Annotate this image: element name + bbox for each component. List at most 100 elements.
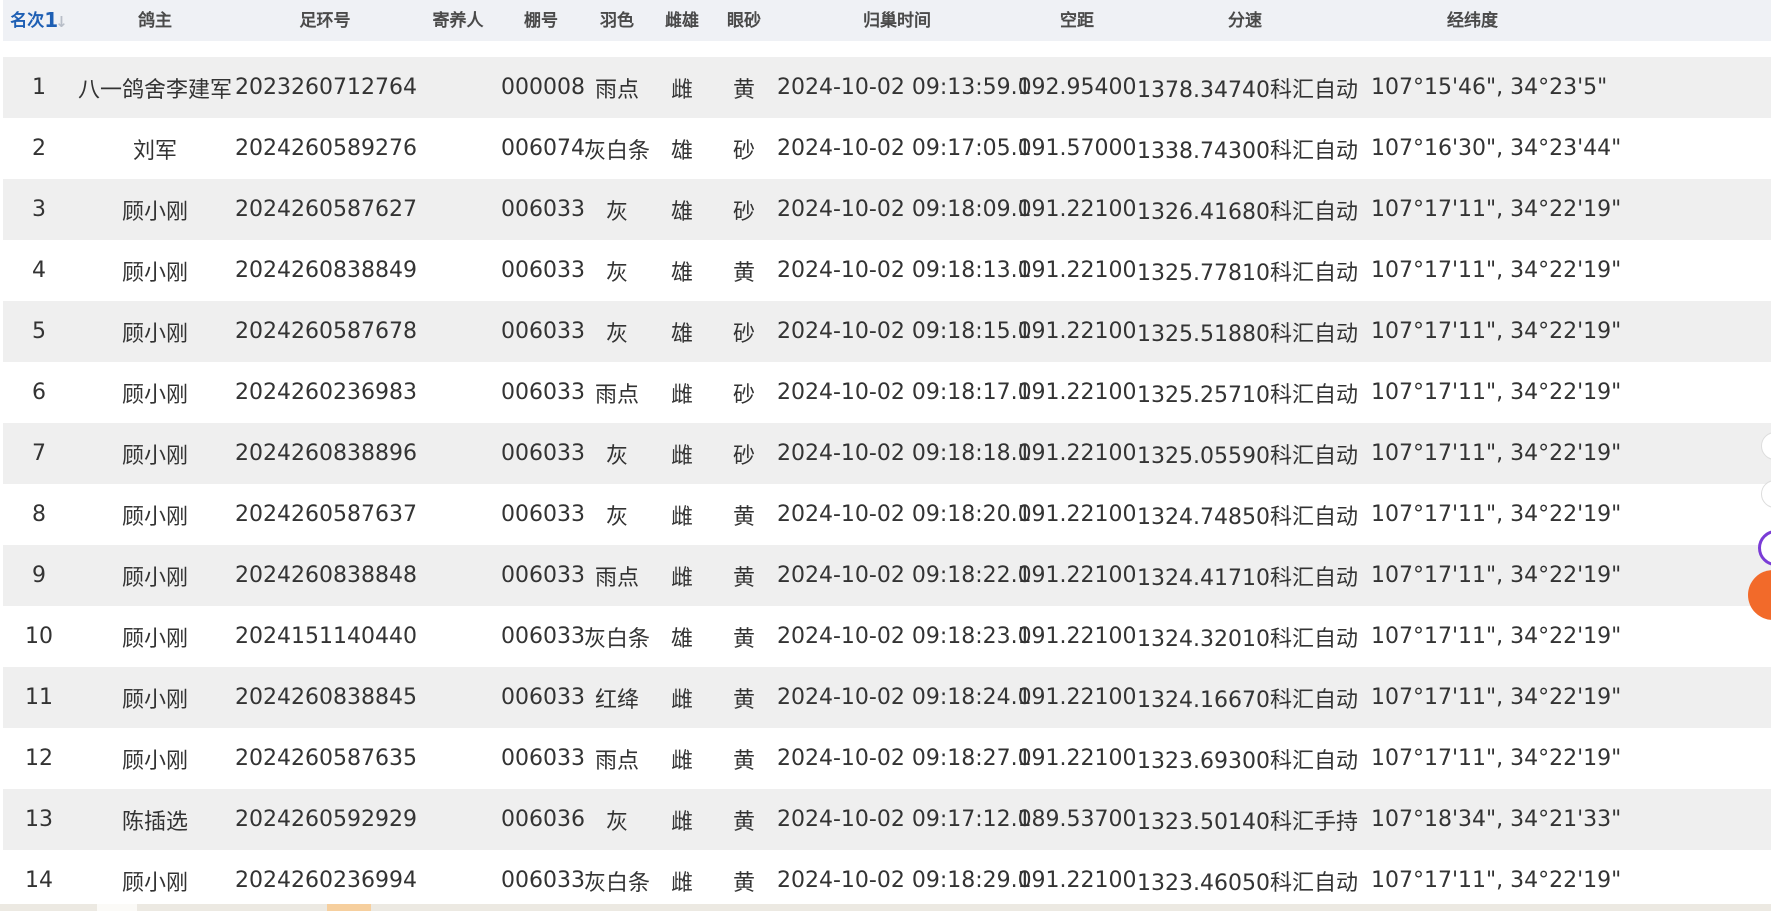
table-row[interactable]: 2 刘军 2024260589276 006074 灰白条雄 砂 2024-10-02 09… (3, 118, 1771, 179)
table-row[interactable]: 3 顾小刚 2024260587627 006033 灰 雄 砂 2024-10-02 09:… (3, 179, 1771, 240)
table-row[interactable]: 4 顾小刚 2024260838849 006033 灰 雄 黄 2024-10-02 09:… (3, 240, 1771, 301)
cell-coords: 107°17'11", 34°22'19" (1371, 197, 1622, 222)
cell-shed: 006033 (501, 502, 585, 527)
cell-owner: 刘军 (132, 138, 177, 164)
table-row[interactable]: 10 顾小刚 2024151140440 006033 灰白条雄 黄 2024-10-02 … (3, 606, 1771, 667)
cell-ring: 2024151140440 (235, 624, 417, 649)
cell-eye: 黄 (732, 565, 755, 591)
cell-arrival: 2024-10-02 09:18:13.0 (777, 258, 1032, 283)
cell-distance: 189.53700 (1017, 807, 1137, 832)
cell-rank: 8 (32, 502, 46, 527)
cell-color: 灰 (605, 809, 628, 835)
header-spacer (3, 41, 1771, 57)
cell-owner: 顾小刚 (121, 565, 188, 591)
column-header-rank[interactable]: 名次1↓ (3, 0, 75, 41)
cell-coords: 107°17'11", 34°22'19" (1371, 319, 1622, 344)
cell-eye: 黄 (732, 687, 755, 713)
cell-shed: 006033 (501, 624, 585, 649)
cell-rank: 10 (25, 624, 53, 649)
cell-owner: 顾小刚 (121, 870, 188, 896)
cell-keeper (415, 484, 501, 545)
cell-color: 灰 (605, 199, 628, 225)
cell-eye: 黄 (732, 77, 755, 103)
cell-owner: 顾小刚 (121, 321, 188, 347)
table-row[interactable]: 11 顾小刚 2024260838845 006033 红绛 雌 黄 2024-10-02 0… (3, 667, 1771, 728)
cell-coords: 107°16'30", 34°23'44" (1371, 136, 1622, 161)
cell-speed: 1324.32010科汇自动 (1137, 626, 1358, 652)
table-row[interactable]: 9 顾小刚 2024260838848 006033 雨点 雌 黄 2024-10-02 09… (3, 545, 1771, 606)
cell-sex: 雄 (670, 138, 693, 164)
cell-coords: 107°17'11", 34°22'19" (1371, 380, 1622, 405)
cell-rank: 6 (32, 380, 46, 405)
cell-arrival: 2024-10-02 09:18:20.0 (777, 502, 1032, 527)
cell-arrival: 2024-10-02 09:13:59.0 (777, 75, 1032, 100)
table-row[interactable]: 6 顾小刚 2024260236983 006033 雨点 雌 砂 2024-10-02 09… (3, 362, 1771, 423)
cell-color: 灰白条 (583, 870, 650, 896)
table-row[interactable]: 8 顾小刚 2024260587637 006033 灰 雌 黄 2024-10-02 09:… (3, 484, 1771, 545)
cell-color: 灰 (605, 504, 628, 530)
column-header-color[interactable]: 羽色 (581, 0, 653, 41)
column-header-shed[interactable]: 棚号 (501, 0, 581, 41)
cell-distance: 191.22100 (1017, 319, 1137, 344)
cell-color: 红绛 (594, 687, 639, 713)
table-row[interactable]: 7 顾小刚 2024260838896 006033 灰 雌 砂 2024-10-02 09:… (3, 423, 1771, 484)
column-header-speed[interactable]: 分速 (1137, 0, 1353, 41)
cell-ring: 2024260587678 (235, 319, 417, 344)
cell-keeper (415, 789, 501, 850)
cell-shed: 006033 (501, 380, 585, 405)
cell-color: 灰白条 (583, 138, 650, 164)
horizontal-scrollbar[interactable] (0, 904, 1771, 911)
cell-keeper (415, 545, 501, 606)
cell-coords: 107°17'11", 34°22'19" (1371, 258, 1622, 283)
sort-icon[interactable]: 1↓ (44, 10, 68, 30)
cell-arrival: 2024-10-02 09:18:23.0 (777, 624, 1032, 649)
table-row[interactable]: 1 八一鸽舍李建军 2023260712764 000008 雨点 雌 黄 2024-10-0… (3, 57, 1771, 118)
cell-sex: 雄 (670, 199, 693, 225)
column-header-owner[interactable]: 鸽主 (75, 0, 235, 41)
column-header-distance[interactable]: 空距 (1017, 0, 1137, 41)
cell-ring: 2024260838845 (235, 685, 417, 710)
cell-keeper (415, 606, 501, 667)
cell-eye: 黄 (732, 504, 755, 530)
cell-color: 雨点 (594, 565, 639, 591)
column-header-arrival[interactable]: 归巢时间 (777, 0, 1017, 41)
cell-owner: 顾小刚 (121, 443, 188, 469)
cell-keeper (415, 423, 501, 484)
column-header-coords[interactable]: 经纬度 (1353, 0, 1771, 41)
cell-sex: 雄 (670, 626, 693, 652)
column-header-keeper[interactable]: 寄养人 (415, 0, 501, 41)
cell-arrival: 2024-10-02 09:17:12.0 (777, 807, 1032, 832)
column-header-sex[interactable]: 雌雄 (653, 0, 711, 41)
cell-speed: 1323.46050科汇自动 (1137, 870, 1358, 896)
cell-shed: 006036 (501, 807, 585, 832)
cell-distance: 192.95400 (1017, 75, 1137, 100)
cell-arrival: 2024-10-02 09:18:29.0 (777, 868, 1032, 893)
table-row[interactable]: 13 陈插选 2024260592929 006036 灰 雌 黄 2024-10-02 09… (3, 789, 1771, 850)
cell-owner: 顾小刚 (121, 199, 188, 225)
table-row[interactable]: 12 顾小刚 2024260587635 006033 雨点 雌 黄 2024-10-02 0… (3, 728, 1771, 789)
column-header-ring[interactable]: 足环号 (235, 0, 415, 41)
table-row[interactable]: 14 顾小刚 2024260236994 006033 灰白条雌 黄 2024-10-02 … (3, 850, 1771, 911)
cell-sex: 雌 (670, 809, 693, 835)
table-row[interactable]: 5 顾小刚 2024260587678 006033 灰 雄 砂 2024-10-02 09:… (3, 301, 1771, 362)
cell-rank: 1 (32, 75, 46, 100)
table-body: 1 八一鸽舍李建军 2023260712764 000008 雨点雌黄 2024-10-0… (3, 41, 1771, 911)
cell-eye: 黄 (732, 870, 755, 896)
cell-arrival: 2024-10-02 09:17:05.0 (777, 136, 1032, 161)
cell-rank: 11 (25, 685, 53, 710)
cell-owner: 八一鸽舍李建军 (77, 77, 232, 103)
column-header-label: 名次 (10, 11, 45, 31)
cell-keeper (415, 240, 501, 301)
cell-keeper (415, 667, 501, 728)
cell-keeper (415, 301, 501, 362)
cell-arrival: 2024-10-02 09:18:27.0 (777, 746, 1032, 771)
cell-distance: 191.22100 (1017, 502, 1137, 527)
cell-sex: 雄 (670, 321, 693, 347)
scrollbar-thumb[interactable] (327, 904, 371, 911)
column-header-eye[interactable]: 眼砂 (711, 0, 777, 41)
cell-owner: 顾小刚 (121, 382, 188, 408)
cell-sex: 雌 (670, 870, 693, 896)
cell-rank: 14 (25, 868, 53, 893)
cell-color: 雨点 (594, 748, 639, 774)
cell-shed: 006033 (501, 746, 585, 771)
